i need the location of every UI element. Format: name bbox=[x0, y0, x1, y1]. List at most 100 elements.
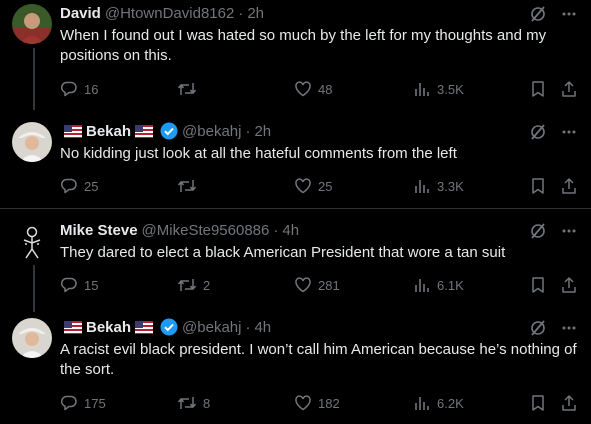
avatar[interactable] bbox=[12, 4, 52, 44]
bookmark-icon bbox=[532, 178, 544, 194]
views-button[interactable]: 6.2K bbox=[413, 393, 464, 413]
avatar[interactable] bbox=[12, 122, 52, 162]
views-icon bbox=[415, 397, 429, 410]
thread-line bbox=[33, 308, 35, 312]
retweet-button[interactable] bbox=[177, 79, 203, 99]
share-button[interactable] bbox=[560, 79, 578, 99]
tweet-2[interactable]: Bekah @bekahj · 2h No kidding just look … bbox=[0, 110, 591, 208]
more-icon[interactable] bbox=[561, 124, 577, 140]
reply-icon bbox=[60, 178, 77, 194]
views-icon bbox=[415, 180, 429, 193]
like-icon bbox=[295, 178, 311, 194]
author-name[interactable]: Bekah bbox=[86, 319, 131, 336]
author-name[interactable]: Mike Steve bbox=[60, 222, 138, 239]
like-button[interactable]: 182 bbox=[294, 393, 340, 413]
retweet-button[interactable] bbox=[177, 176, 203, 196]
reply-button[interactable]: 175 bbox=[60, 393, 106, 413]
like-button[interactable]: 281 bbox=[294, 275, 340, 295]
timestamp[interactable]: 2h bbox=[254, 123, 271, 140]
reply-icon bbox=[60, 395, 77, 411]
separator-dot: · bbox=[245, 122, 251, 140]
author-name[interactable]: David bbox=[60, 5, 101, 22]
bookmark-button[interactable] bbox=[530, 275, 546, 295]
reply-button[interactable]: 25 bbox=[60, 176, 98, 196]
action-bar: 175 8 182 6.2K bbox=[60, 393, 579, 413]
share-icon bbox=[562, 81, 576, 97]
reply-count: 16 bbox=[84, 81, 99, 97]
like-count: 48 bbox=[318, 81, 333, 97]
tweet-text: When I found out I was hated so much by … bbox=[60, 27, 547, 64]
views-count: 6.2K bbox=[437, 395, 464, 411]
like-button[interactable]: 48 bbox=[294, 79, 332, 99]
more-icon[interactable] bbox=[561, 223, 577, 239]
tweet-text: A racist evil black president. I won’t c… bbox=[60, 341, 577, 378]
views-button[interactable]: 3.5K bbox=[413, 79, 464, 99]
more-icon[interactable] bbox=[561, 6, 577, 22]
verified-badge-icon bbox=[160, 122, 178, 140]
timestamp[interactable]: 2h bbox=[247, 5, 264, 22]
more-icon[interactable] bbox=[561, 320, 577, 336]
author-handle[interactable]: @HtownDavid8162 bbox=[105, 5, 234, 22]
avatar[interactable] bbox=[12, 222, 52, 262]
author-name[interactable]: Bekah bbox=[86, 123, 131, 140]
header-icons bbox=[529, 222, 577, 240]
reply-button[interactable]: 15 bbox=[60, 275, 98, 295]
share-icon bbox=[562, 178, 576, 194]
tweet-4[interactable]: Bekah @bekahj · 4h A racist evil black p… bbox=[0, 308, 591, 424]
views-count: 3.3K bbox=[437, 178, 464, 194]
retweet-button[interactable]: 8 bbox=[177, 393, 210, 413]
like-count: 182 bbox=[318, 395, 340, 411]
us-flag-icon bbox=[135, 124, 154, 138]
like-icon bbox=[295, 395, 311, 411]
reply-count: 15 bbox=[84, 277, 99, 293]
share-button[interactable] bbox=[560, 176, 578, 196]
reply-button[interactable]: 16 bbox=[60, 79, 98, 99]
avatar[interactable] bbox=[12, 318, 52, 358]
header-icons bbox=[529, 123, 577, 141]
share-icon bbox=[562, 395, 576, 411]
action-bar: 25 25 3.3K bbox=[60, 176, 579, 196]
thread-line bbox=[33, 265, 35, 309]
grok-icon[interactable] bbox=[529, 5, 547, 23]
tweet-header: Bekah @bekahj · 2h bbox=[60, 121, 579, 141]
like-count: 281 bbox=[318, 277, 340, 293]
timestamp[interactable]: 4h bbox=[282, 222, 299, 239]
reply-count: 175 bbox=[84, 395, 106, 411]
bookmark-button[interactable] bbox=[530, 79, 546, 99]
like-button[interactable]: 25 bbox=[294, 176, 332, 196]
like-icon bbox=[295, 81, 311, 97]
retweet-count: 8 bbox=[203, 395, 211, 411]
us-flag-icon bbox=[64, 124, 82, 138]
grok-icon[interactable] bbox=[529, 222, 547, 240]
reply-icon bbox=[60, 81, 77, 97]
author-handle[interactable]: @bekahj bbox=[182, 123, 241, 140]
grok-icon[interactable] bbox=[529, 123, 547, 141]
tweet-header: Bekah @bekahj · 4h bbox=[60, 317, 579, 337]
bookmark-button[interactable] bbox=[530, 176, 546, 196]
views-count: 3.5K bbox=[437, 81, 464, 97]
share-button[interactable] bbox=[560, 393, 578, 413]
share-button[interactable] bbox=[560, 275, 578, 295]
tweet-3[interactable]: Mike Steve @MikeSte9560886 · 4h They dar… bbox=[0, 208, 591, 309]
bookmark-button[interactable] bbox=[530, 393, 546, 413]
author-handle[interactable]: @MikeSte9560886 bbox=[142, 222, 270, 239]
action-bar: 15 2 281 6.1K bbox=[60, 275, 579, 295]
header-icons bbox=[529, 5, 577, 23]
author-handle[interactable]: @bekahj bbox=[182, 319, 241, 336]
grok-icon[interactable] bbox=[529, 319, 547, 337]
timestamp[interactable]: 4h bbox=[254, 319, 271, 336]
tweet-1[interactable]: David @HtownDavid8162 · 2h When I found … bbox=[0, 0, 591, 110]
thread-line bbox=[33, 48, 35, 110]
views-count: 6.1K bbox=[437, 277, 464, 293]
tweet-header: David @HtownDavid8162 · 2h bbox=[60, 3, 579, 23]
like-icon bbox=[295, 277, 311, 293]
reply-count: 25 bbox=[84, 178, 99, 194]
views-icon bbox=[415, 83, 429, 96]
views-icon bbox=[415, 279, 429, 292]
tweet-header: Mike Steve @MikeSte9560886 · 4h bbox=[60, 220, 579, 240]
header-icons bbox=[529, 319, 577, 337]
retweet-button[interactable]: 2 bbox=[177, 275, 210, 295]
views-button[interactable]: 3.3K bbox=[413, 176, 464, 196]
views-button[interactable]: 6.1K bbox=[413, 275, 464, 295]
retweet-icon bbox=[177, 83, 197, 95]
